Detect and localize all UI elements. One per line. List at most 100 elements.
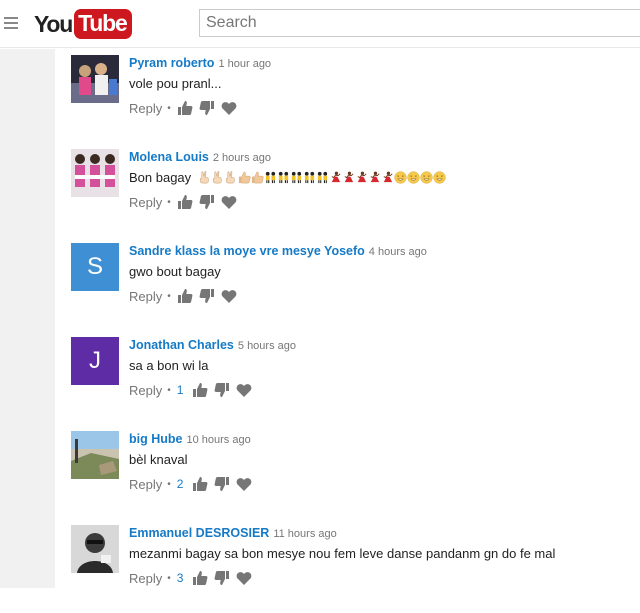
thumbs-down-icon[interactable] [214, 570, 230, 586]
separator-dot: • [167, 290, 171, 302]
victory-hand-icon [199, 170, 212, 185]
dancers-icon [316, 170, 329, 185]
thumbs-up-icon[interactable] [177, 288, 193, 304]
comment-actions: Reply • 1 [129, 382, 258, 398]
thumbs-up-icon[interactable] [177, 194, 193, 210]
reply-button[interactable]: Reply [129, 289, 162, 304]
separator-dot: • [167, 572, 171, 584]
author-name[interactable]: Pyram roberto [129, 56, 214, 70]
comment-text: vole pou pranl... [129, 76, 222, 91]
grin-icon [407, 170, 420, 185]
dancers-icon [303, 170, 316, 185]
author-name[interactable]: Emmanuel DESROSIER [129, 526, 269, 540]
comment-author[interactable]: Molena Louis 2 hours ago [129, 150, 271, 164]
thumbs-up-icon[interactable] [192, 476, 208, 492]
comment-time[interactable]: 5 hours ago [238, 340, 296, 352]
comment-actions: Reply • 3 [129, 570, 258, 586]
comment-item: S Sandre klass la moye vre mesye Yosefo 4… [71, 237, 631, 331]
thumbs-up-icon[interactable] [177, 100, 193, 116]
reply-button[interactable]: Reply [129, 383, 162, 398]
like-count: 1 [176, 383, 184, 397]
author-name[interactable]: Jonathan Charles [129, 338, 234, 352]
separator-dot: • [167, 102, 171, 114]
heart-icon[interactable] [236, 570, 252, 586]
thumbs-down-icon[interactable] [214, 382, 230, 398]
thumbs-up-icon[interactable] [192, 570, 208, 586]
logo-tube-text: Tube [74, 9, 132, 39]
avatar[interactable]: J [71, 337, 119, 385]
dancer-icon [329, 170, 342, 185]
separator-dot: • [167, 478, 171, 490]
thumbs-down-icon[interactable] [199, 100, 215, 116]
victory-hand-icon [212, 170, 225, 185]
reply-button[interactable]: Reply [129, 195, 162, 210]
dancers-icon [264, 170, 277, 185]
dancer-icon [368, 170, 381, 185]
comment-author[interactable]: Pyram roberto 1 hour ago [129, 56, 271, 70]
dancer-icon [381, 170, 394, 185]
author-name[interactable]: Sandre klass la moye vre mesye Yosefo [129, 244, 365, 258]
separator-dot: • [167, 384, 171, 396]
comment-author[interactable]: Sandre klass la moye vre mesye Yosefo 4 h… [129, 244, 427, 258]
reply-button[interactable]: Reply [129, 477, 162, 492]
thumbs-up-icon [238, 170, 251, 185]
grin-icon [394, 170, 407, 185]
comment-time[interactable]: 1 hour ago [218, 58, 271, 70]
comment-author[interactable]: Jonathan Charles 5 hours ago [129, 338, 296, 352]
comment-time[interactable]: 11 hours ago [273, 528, 336, 540]
heart-icon[interactable] [236, 476, 252, 492]
thumbs-up-icon[interactable] [192, 382, 208, 398]
comment-author[interactable]: Emmanuel DESROSIER 11 hours ago [129, 526, 337, 540]
heart-icon[interactable] [221, 194, 237, 210]
comment-time[interactable]: 10 hours ago [186, 434, 250, 446]
grin-icon [420, 170, 433, 185]
comment-actions: Reply • 2 [129, 476, 258, 492]
author-name[interactable]: Molena Louis [129, 150, 209, 164]
comment-text: bèl knaval [129, 452, 188, 467]
thumbs-down-icon[interactable] [214, 476, 230, 492]
comment-item: Emmanuel DESROSIER 11 hours ago mezanmi b… [71, 519, 631, 613]
heart-icon[interactable] [236, 382, 252, 398]
comment-time[interactable]: 2 hours ago [213, 152, 271, 164]
avatar[interactable] [71, 149, 119, 197]
comment-text-words: Bon bagay [129, 170, 192, 185]
dancers-icon [290, 170, 303, 185]
emoji-row [199, 170, 446, 185]
thumbs-down-icon[interactable] [199, 288, 215, 304]
logo-you-text: You [34, 10, 73, 37]
comment-author[interactable]: big Hube 10 hours ago [129, 432, 251, 446]
avatar[interactable] [71, 431, 119, 479]
avatar-letter: J [89, 347, 101, 374]
avatar[interactable]: S [71, 243, 119, 291]
search-input[interactable] [200, 10, 640, 36]
search-box [199, 9, 640, 37]
comment-item: Molena Louis 2 hours ago Bon bagay Reply • [71, 143, 631, 237]
avatar-letter: S [86, 253, 103, 280]
grin-icon [433, 170, 446, 185]
heart-icon[interactable] [221, 100, 237, 116]
comment-text: mezanmi bagay sa bon mesye nou fem leve … [129, 546, 556, 561]
comment-text: sa a bon wi la [129, 358, 209, 373]
comment-item: Pyram roberto 1 hour ago vole pou pranl..… [71, 49, 631, 143]
comment-actions: Reply • [129, 100, 243, 116]
heart-icon[interactable] [221, 288, 237, 304]
thumbs-down-icon[interactable] [199, 194, 215, 210]
comment-time[interactable]: 4 hours ago [369, 246, 427, 258]
separator-dot: • [167, 196, 171, 208]
comment-text: Bon bagay [129, 170, 446, 185]
author-name[interactable]: big Hube [129, 432, 182, 446]
like-count: 2 [176, 477, 184, 491]
left-gutter [0, 49, 55, 588]
victory-hand-icon [225, 170, 238, 185]
comment-item: big Hube 10 hours ago bèl knaval Reply • 2 [71, 425, 631, 519]
menu-icon[interactable] [4, 17, 18, 29]
youtube-logo[interactable]: You Tube [34, 9, 132, 39]
reply-button[interactable]: Reply [129, 101, 162, 116]
avatar[interactable] [71, 55, 119, 103]
comment-item: J Jonathan Charles 5 hours ago sa a bon w… [71, 331, 631, 425]
avatar[interactable] [71, 525, 119, 573]
comment-actions: Reply • [129, 288, 243, 304]
comment-text: gwo bout bagay [129, 264, 221, 279]
reply-button[interactable]: Reply [129, 571, 162, 586]
dancer-icon [355, 170, 368, 185]
